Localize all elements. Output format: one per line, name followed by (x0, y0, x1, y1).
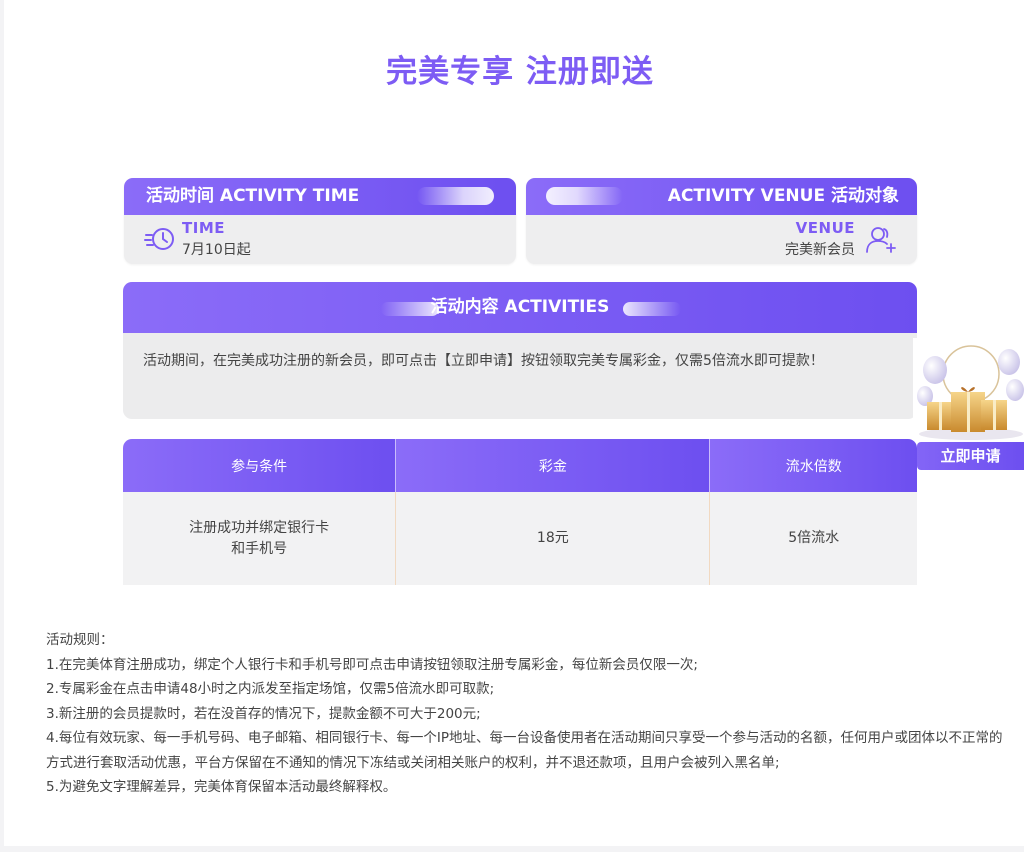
table-header-bonus: 彩金 (396, 439, 711, 492)
apply-now-button[interactable]: 立即申请 (917, 442, 1024, 470)
rule-item: 1.在完美体育注册成功，绑定个人银行卡和手机号即可点击申请按钮领取注册专属彩金，… (46, 656, 698, 673)
table-cell-turnover: 5倍流水 (710, 492, 917, 585)
rule-item: 4.每位有效玩家、每一手机号码、电子邮箱、相同银行卡、每一个IP地址、每一台设备… (46, 730, 1003, 771)
table-header-condition: 参与条件 (123, 439, 397, 492)
activity-venue-header-text: ACTIVITY VENUE 活动对象 (667, 186, 899, 206)
rule-item: 2.专属彩金在点击申请48小时之内派发至指定场馆，仅需5倍流水即可取款; (46, 681, 495, 697)
page-title: 完美专享 注册即送 (386, 54, 654, 90)
table-header-turnover: 流水倍数 (710, 439, 917, 492)
table-cell-bonus: 18元 (396, 492, 711, 585)
gift-boxes-balloons-icon (913, 338, 1024, 440)
side-apply-widget[interactable]: 立即申请 (913, 338, 1024, 470)
activities-header-text: 活动内容 ACTIVITIES (430, 297, 610, 317)
activities-header: 活动内容 ACTIVITIES (123, 282, 917, 333)
activity-venue-body: VENUE 完美新会员 (526, 215, 917, 264)
header-decoration (623, 302, 681, 316)
activity-venue-card: ACTIVITY VENUE 活动对象 VENUE 完美新会员 (526, 178, 917, 264)
venue-value: 完美新会员 (785, 242, 855, 258)
header-decoration (417, 187, 494, 205)
activity-time-card: 活动时间 ACTIVITY TIME TIME 7月10日起 (124, 178, 516, 264)
rules-title: 活动规则： (46, 632, 114, 648)
activity-time-body: TIME 7月10日起 (124, 215, 516, 264)
user-add-icon (866, 227, 896, 253)
rule-item: 5.为避免文字理解差异，完美体育保留本活动最终解释权。 (46, 779, 397, 795)
activities-card: 活动内容 ACTIVITIES 活动期间，在完美成功注册的新会员，即可点击【立即… (123, 282, 917, 419)
activities-description: 活动期间，在完美成功注册的新会员，即可点击【立即申请】按钮领取完美专属彩金，仅需… (143, 353, 824, 369)
clock-time-icon (144, 228, 174, 250)
bonus-table: 参与条件 彩金 流水倍数 注册成功并绑定银行卡和手机号 18元 5倍流水 (123, 439, 917, 585)
time-value: 7月10日起 (182, 242, 251, 258)
activity-time-header: 活动时间 ACTIVITY TIME (124, 178, 516, 215)
time-label: TIME (182, 219, 225, 237)
activity-venue-header: ACTIVITY VENUE 活动对象 (526, 178, 917, 215)
table-cell-condition: 注册成功并绑定银行卡和手机号 (123, 492, 397, 585)
rules-section: 活动规则： 1.在完美体育注册成功，绑定个人银行卡和手机号即可点击申请按钮领取注… (46, 628, 1006, 800)
header-decoration (546, 187, 623, 205)
table-header-row: 参与条件 彩金 流水倍数 (123, 439, 917, 492)
table-row: 注册成功并绑定银行卡和手机号 18元 5倍流水 (123, 492, 917, 585)
activity-time-header-text: 活动时间 ACTIVITY TIME (146, 186, 360, 206)
page-left-edge (0, 0, 4, 852)
venue-label: VENUE (795, 219, 855, 237)
rule-item: 3.新注册的会员提款时，若在没首存的情况下，提款金额不可大于200元; (46, 705, 481, 722)
page-bottom-edge (0, 846, 1024, 852)
header-decoration (381, 302, 439, 316)
